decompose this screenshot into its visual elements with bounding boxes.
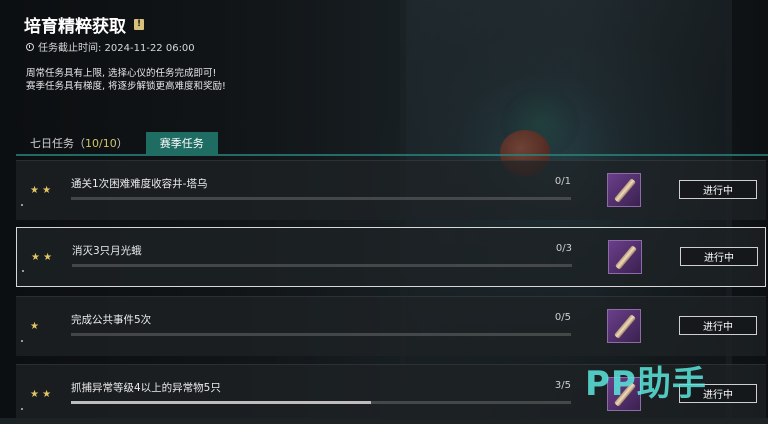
status-button[interactable]: 进行中 [679, 180, 757, 199]
task-tabs: 七日任务（ 10/10 ） 赛季任务 [22, 132, 218, 154]
tab-weekly-close: ） [116, 137, 128, 150]
difficulty-stars: ★ [30, 321, 39, 332]
task-progress: 0/5 [554, 312, 571, 323]
page-title-text: 培育精粹获取 [24, 17, 126, 37]
task-progress: 3/5 [554, 380, 571, 391]
tab-underline [16, 154, 768, 156]
status-button[interactable]: 进行中 [679, 316, 757, 335]
deadline-text: 任务截止时间: 2024-11-22 06:00 [38, 43, 195, 54]
page-title: 培育精粹获取 ! [24, 12, 144, 37]
tab-season[interactable]: 赛季任务 [145, 132, 218, 154]
info-icon[interactable]: ! [134, 19, 144, 30]
progress-bar [72, 264, 572, 267]
reward-item-icon[interactable] [607, 173, 641, 207]
tab-weekly[interactable]: 七日任务（ 10/10 ） [22, 132, 136, 154]
description-line-1: 周常任务具有上限, 选择心仪的任务完成即可! [26, 68, 217, 79]
tab-weekly-label: 七日任务（ [30, 137, 85, 150]
task-name: 抓捕异常等级4以上的异常物5只 [71, 382, 221, 394]
difficulty-stars: ★ ★ [31, 251, 53, 263]
deadline: 任务截止时间: 2024-11-22 06:00 [26, 39, 195, 54]
progress-bar [71, 197, 571, 200]
watermark-logo: PP助手 [585, 364, 707, 404]
reward-item-icon[interactable] [608, 240, 642, 274]
task-progress: 0/1 [554, 176, 571, 187]
tab-weekly-count: 10/10 [85, 136, 117, 150]
clock-icon [26, 42, 34, 51]
scroll-icon [614, 314, 636, 339]
status-button[interactable]: 进行中 [680, 247, 758, 266]
task-progress: 0/3 [555, 243, 572, 254]
description-line-2: 赛季任务具有梯度, 将逐步解锁更高难度和奖励! [26, 81, 226, 92]
row-marker [21, 204, 23, 206]
task-row[interactable]: ★ ★ 通关1次困难难度收容井-塔乌 0/1 进行中 [16, 160, 766, 220]
difficulty-stars: ★ ★ [30, 185, 52, 196]
task-name: 消灭3只月光蛾 [72, 245, 142, 257]
progress-fill [71, 401, 371, 404]
scroll-icon [615, 245, 637, 270]
task-row[interactable]: ★ ★ 消灭3只月光蛾 0/3 进行中 [16, 227, 766, 287]
description: 周常任务具有上限, 选择心仪的任务完成即可! 赛季任务具有梯度, 将逐步解锁更高… [26, 67, 226, 93]
row-marker [21, 340, 23, 342]
row-marker [21, 408, 23, 410]
task-row[interactable]: ★ 完成公共事件5次 0/5 进行中 [16, 296, 766, 356]
task-name: 通关1次困难难度收容井-塔乌 [71, 178, 208, 190]
reward-item-icon[interactable] [607, 309, 641, 343]
task-name: 完成公共事件5次 [71, 314, 152, 326]
progress-bar [71, 333, 571, 336]
progress-bar [71, 401, 571, 404]
scroll-icon [614, 178, 636, 203]
difficulty-stars: ★ ★ [30, 389, 52, 400]
row-marker [22, 270, 24, 272]
tab-season-label: 赛季任务 [159, 137, 204, 150]
